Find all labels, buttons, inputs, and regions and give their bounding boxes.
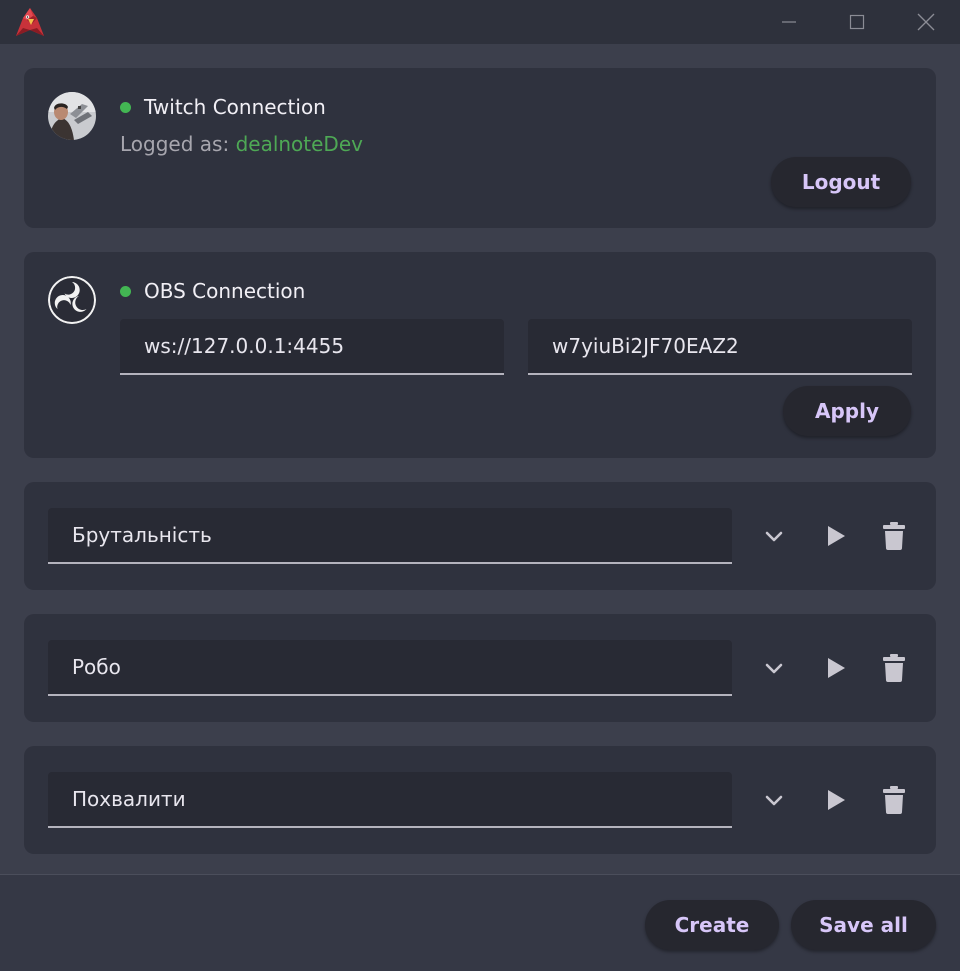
app-logo-icon (12, 4, 48, 40)
play-icon (828, 658, 845, 678)
expand-button[interactable] (754, 516, 794, 556)
obs-logo-icon (48, 276, 96, 324)
logged-as-line: Logged as: dealnoteDev (120, 132, 363, 156)
logout-button[interactable]: Logout (771, 157, 911, 207)
play-button[interactable] (816, 648, 856, 688)
footer-bar: Create Save all (0, 874, 960, 971)
close-icon (917, 13, 935, 31)
twitch-status-dot (120, 102, 131, 113)
preset-card: Робо (24, 614, 936, 722)
title-bar (0, 0, 960, 44)
twitch-username: dealnoteDev (235, 132, 363, 156)
trash-icon (883, 654, 905, 682)
twitch-connection-card: Twitch Connection Logged as: dealnoteDev… (24, 68, 936, 228)
chevron-down-icon (765, 795, 783, 806)
close-button[interactable] (904, 4, 948, 40)
chevron-down-icon (765, 531, 783, 542)
minimize-icon (782, 21, 796, 23)
play-button[interactable] (816, 780, 856, 820)
delete-button[interactable] (874, 780, 914, 820)
obs-status-dot (120, 286, 131, 297)
trash-icon (883, 522, 905, 550)
preset-card: Похвалити (24, 746, 936, 854)
preset-name-input[interactable]: Брутальність (48, 508, 732, 564)
delete-button[interactable] (874, 648, 914, 688)
minimize-button[interactable] (767, 4, 811, 40)
preset-name-input[interactable]: Робо (48, 640, 732, 696)
chevron-down-icon (765, 663, 783, 674)
obs-connection-card: OBS Connection ws://127.0.0.1:4455 w7yiu… (24, 252, 936, 458)
expand-button[interactable] (754, 780, 794, 820)
expand-button[interactable] (754, 648, 794, 688)
create-button[interactable]: Create (645, 900, 779, 950)
obs-address-input[interactable]: ws://127.0.0.1:4455 (120, 319, 504, 375)
preset-card: Брутальність (24, 482, 936, 590)
delete-button[interactable] (874, 516, 914, 556)
twitch-connection-title: Twitch Connection (144, 95, 326, 119)
main-content: Twitch Connection Logged as: dealnoteDev… (0, 44, 960, 874)
play-icon (828, 790, 845, 810)
obs-password-input[interactable]: w7yiuBi2JF70EAZ2 (528, 319, 912, 375)
logged-as-label: Logged as: (120, 132, 230, 156)
play-button[interactable] (816, 516, 856, 556)
maximize-button[interactable] (835, 4, 879, 40)
preset-name-input[interactable]: Похвалити (48, 772, 732, 828)
play-icon (828, 526, 845, 546)
maximize-icon (849, 14, 865, 30)
obs-connection-title: OBS Connection (144, 279, 306, 303)
trash-icon (883, 786, 905, 814)
save-all-button[interactable]: Save all (791, 900, 936, 950)
apply-button[interactable]: Apply (783, 386, 911, 436)
twitch-avatar (48, 92, 96, 140)
